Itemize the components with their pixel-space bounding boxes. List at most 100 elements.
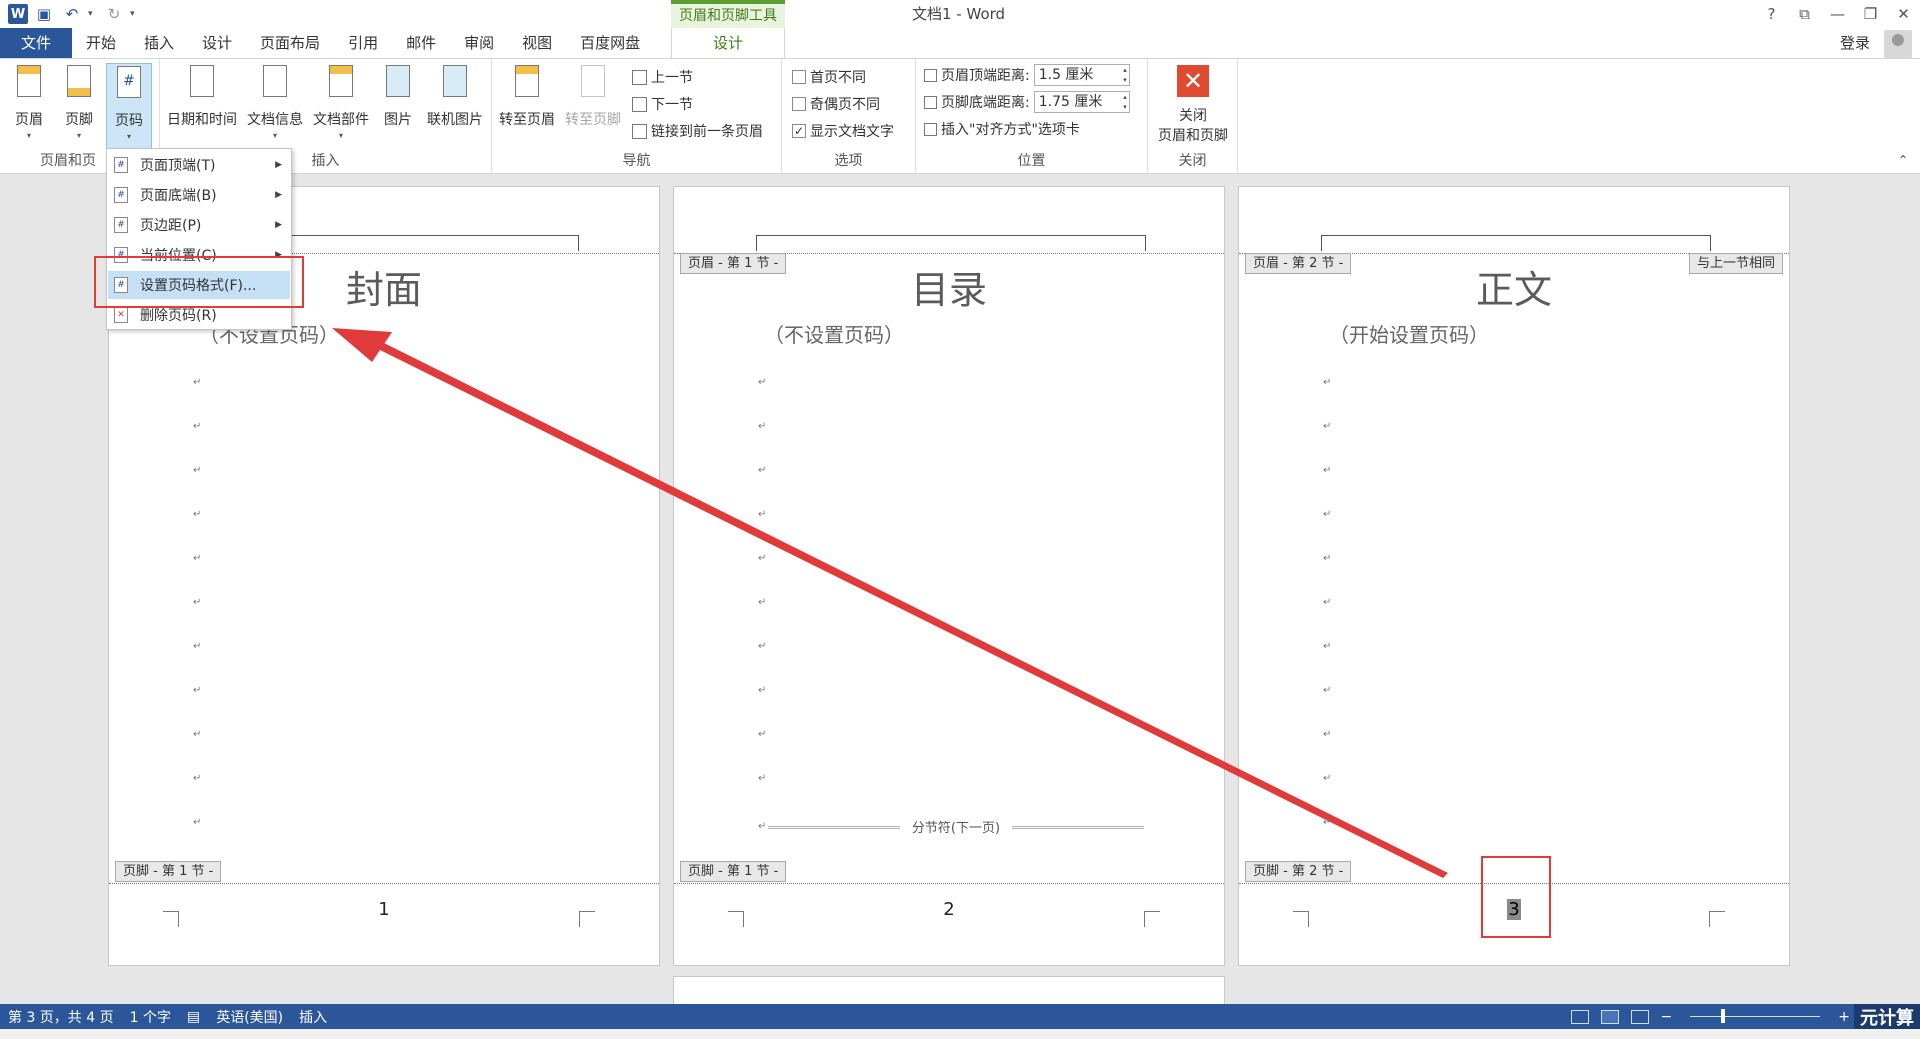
header-paragraph-border — [756, 235, 1146, 251]
header-distance-label: 页眉顶端距离: — [941, 68, 1030, 84]
paragraph-mark-icon: ↵ — [758, 821, 767, 832]
paragraph-mark-icon: ↵ — [758, 377, 767, 388]
redo-icon[interactable]: ↻ — [102, 3, 126, 25]
paragraph-mark-icon: ↵ — [193, 817, 202, 828]
menu-item-page-margins[interactable]: # 页边距(P) ▶ — [108, 211, 290, 239]
paragraph-mark-icon: ↵ — [758, 465, 767, 476]
next-section-label: 下一节 — [651, 97, 693, 113]
online-picture-button[interactable]: 联机图片 — [422, 65, 488, 129]
chevron-down-icon: ▾ — [76, 131, 81, 140]
zoom-slider[interactable] — [1690, 1009, 1821, 1023]
link-previous-label: 链接到前一条页眉 — [651, 124, 763, 140]
goto-footer-button[interactable]: 转至页脚 — [562, 65, 624, 129]
page-top-icon: # — [114, 157, 128, 173]
tab-insert[interactable]: 插入 — [130, 28, 188, 58]
checkbox-box — [792, 97, 806, 111]
tab-file[interactable]: 文件 — [0, 28, 72, 58]
menu-item-top-of-page[interactable]: # 页面顶端(T) ▶ — [108, 151, 290, 179]
read-mode-icon[interactable] — [1570, 1009, 1589, 1024]
show-doc-text-checkbox[interactable]: ✓ 显示文档文字 — [792, 119, 894, 143]
page-2-title: 目录 — [910, 268, 987, 312]
tab-view[interactable]: 视图 — [508, 28, 566, 58]
online-picture-icon — [443, 65, 467, 97]
status-language[interactable]: 英语(美国) — [208, 1007, 291, 1027]
customize-qat-icon[interactable]: ▾ — [130, 9, 140, 19]
spinner-icon[interactable]: ▴ ▾ — [1123, 65, 1127, 85]
paragraph-mark-icon: ↵ — [193, 465, 202, 476]
link-previous-button[interactable]: 链接到前一条页眉 — [632, 119, 763, 143]
tab-design[interactable]: 设计 — [188, 28, 246, 58]
minimize-icon[interactable]: — — [1821, 0, 1854, 28]
tab-home[interactable]: 开始 — [72, 28, 130, 58]
web-layout-icon[interactable] — [1630, 1009, 1649, 1024]
quickparts-label: 文档部件 — [313, 112, 369, 128]
save-icon[interactable]: ▣ — [32, 3, 56, 25]
tab-references[interactable]: 引用 — [334, 28, 392, 58]
undo-dropdown-icon[interactable]: ▾ — [88, 9, 98, 19]
header-distance-row: 页眉顶端距离: 1.5 厘米 ▴ ▾ — [924, 63, 1130, 87]
goto-header-button[interactable]: 转至页眉 — [496, 65, 558, 129]
picture-button[interactable]: 图片 — [378, 65, 418, 129]
docinfo-button[interactable]: 文档信息 ▾ — [244, 65, 306, 140]
page-2-number[interactable]: 2 — [674, 899, 1224, 920]
footer-icon — [67, 65, 91, 97]
status-bar: 第 3 页，共 4 页 1 个字 ▤ 英语(美国) 插入 − + — [0, 1004, 1920, 1029]
prev-section-button[interactable]: 上一节 — [632, 65, 693, 89]
tab-baidu[interactable]: 百度网盘 — [566, 28, 654, 58]
page-3[interactable]: 页眉 - 第 2 节 - 与上一节相同 正文 （开始设置页码） ↵ ↵ ↵ ↵ … — [1238, 186, 1790, 966]
status-page[interactable]: 第 3 页，共 4 页 — [0, 1007, 122, 1027]
window-title: 文档1 - Word — [912, 5, 1006, 23]
odd-even-diff-checkbox[interactable]: 奇偶页不同 — [792, 92, 880, 116]
next-section-icon — [632, 96, 647, 112]
undo-icon[interactable]: ↶ — [60, 3, 84, 25]
group-label-close: 关闭 — [1178, 153, 1207, 169]
tab-mailings[interactable]: 邮件 — [392, 28, 450, 58]
page-1-number[interactable]: 1 — [109, 899, 659, 920]
header-icon — [17, 65, 41, 97]
avatar[interactable] — [1884, 30, 1912, 58]
chevron-right-icon: ▶ — [275, 190, 282, 200]
view-controls: − + — [1570, 1004, 1850, 1029]
paragraph-mark-icon: ↵ — [1323, 421, 1332, 432]
page-4[interactable] — [673, 976, 1225, 1004]
datetime-button[interactable]: 日期和时间 — [164, 65, 240, 129]
spinner-icon[interactable]: ▴ ▾ — [1123, 92, 1127, 112]
tab-review[interactable]: 审阅 — [450, 28, 508, 58]
footer-tag: 页脚 - 第 1 节 - — [115, 861, 222, 882]
status-words[interactable]: 1 个字 — [122, 1007, 179, 1027]
footer-distance-row: 页脚底端距离: 1.75 厘米 ▴ ▾ — [924, 90, 1130, 114]
paragraph-mark-icon: ↵ — [193, 509, 202, 520]
page-number-button[interactable]: # 页码 ▾ — [106, 63, 152, 149]
goto-footer-label: 转至页脚 — [565, 112, 621, 128]
ribbon-display-options-icon[interactable]: ⧉ — [1788, 0, 1821, 28]
proofing-icon[interactable]: ▤ — [179, 1009, 208, 1025]
menu-item-bottom-of-page[interactable]: # 页面底端(B) ▶ — [108, 181, 290, 209]
header-distance-input[interactable]: 1.5 厘米 ▴ ▾ — [1033, 64, 1130, 86]
insert-align-tab-button[interactable]: 插入"对齐方式"选项卡 — [924, 117, 1080, 141]
header-button[interactable]: 页眉 ▾ — [10, 65, 48, 140]
word-logo-icon[interactable]: W — [8, 4, 28, 24]
page-3-subtitle: （开始设置页码） — [1329, 323, 1489, 347]
page-2[interactable]: 页眉 - 第 1 节 - 目录 （不设置页码） ↵ ↵ ↵ ↵ ↵ ↵ ↵ ↵ … — [673, 186, 1225, 966]
zoom-out-button[interactable]: − — [1661, 1009, 1673, 1025]
quickparts-button[interactable]: 文档部件 ▾ — [310, 65, 372, 140]
zoom-slider-thumb[interactable] — [1721, 1009, 1726, 1023]
zoom-in-button[interactable]: + — [1838, 1009, 1850, 1025]
chevron-down-icon: ▾ — [26, 131, 31, 140]
help-icon[interactable]: ? — [1755, 0, 1788, 28]
restore-icon[interactable]: ❐ — [1854, 0, 1887, 28]
quick-access-toolbar: W ▣ ↶ ▾ ↻ ▾ — [0, 0, 140, 28]
status-mode[interactable]: 插入 — [291, 1007, 335, 1027]
tab-header-footer-design[interactable]: 设计 — [671, 28, 785, 59]
footer-button[interactable]: 页脚 ▾ — [60, 65, 98, 140]
collapse-ribbon-icon[interactable]: ⌃ — [1898, 153, 1908, 167]
close-window-icon[interactable]: ✕ — [1887, 0, 1920, 28]
login-link[interactable]: 登录 — [1840, 28, 1870, 58]
print-layout-icon[interactable] — [1600, 1009, 1619, 1024]
footer-distance-input[interactable]: 1.75 厘米 ▴ ▾ — [1033, 91, 1130, 113]
tab-layout[interactable]: 页面布局 — [246, 28, 334, 58]
paragraph-mark-icon: ↵ — [193, 729, 202, 740]
close-header-footer-button[interactable]: ✕ 关闭 页眉和页脚 — [1152, 65, 1234, 145]
next-section-button[interactable]: 下一节 — [632, 92, 693, 116]
first-page-diff-checkbox[interactable]: 首页不同 — [792, 65, 866, 89]
